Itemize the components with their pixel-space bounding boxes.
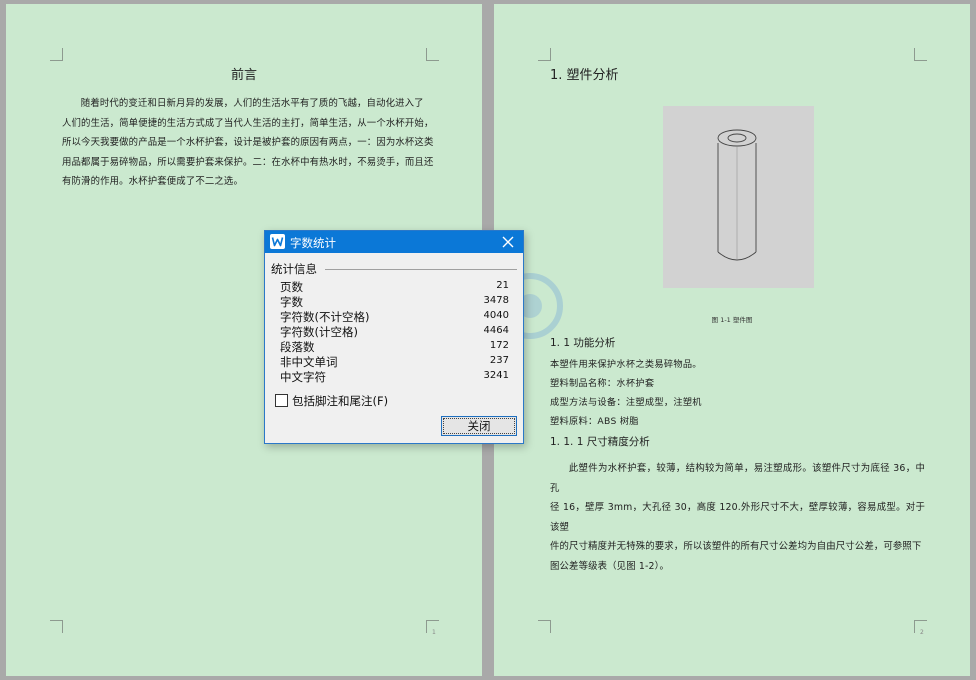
corner-mark [426,48,439,61]
group-divider [325,269,517,270]
wps-writer-icon [270,234,285,249]
dialog-titlebar[interactable]: 字数统计 [265,231,523,253]
stat-label: 字符数(不计空格) [280,310,370,324]
stat-value: 4464 [483,325,509,336]
cylinder-drawing [717,129,757,261]
paragraph-line: 所以今天我要做的产品是一个水杯护套，设计是被护套的原因有两点，一：因为水杯这类 [62,137,434,148]
word-count-dialog: 字数统计 统计信息 页数 21 字数 3478 字符数(不计空格) 4040 字… [264,230,524,444]
part-figure-image [663,106,814,288]
document-page-right: 1. 塑件分析 图 1-1 塑件图 1. 1 功能分析 本塑件用来保护水杯之类易… [494,4,970,676]
include-footnotes-label[interactable]: 包括脚注和尾注(F) [292,393,388,409]
stat-value: 4040 [483,310,509,321]
paragraph-line: 图公差等级表（见图 1-2）。 [550,560,669,572]
corner-mark [50,48,63,61]
paragraph-line: 用品都属于易碎物品，所以需要护套来保护。二：在水杯中有热水时，不易烫手，而且还 [62,156,434,168]
paragraph-line: 此塑件为水杯护套，较薄，结构较为简单，易注塑成形。该塑件尺寸为底径 36，中孔 [550,463,925,494]
text-line: 成型方法与设备：注塑成型，注塑机 [550,397,702,408]
corner-mark [538,48,551,61]
text-line: 本塑件用来保护水杯之类易碎物品。 [550,359,702,370]
paragraph-line: 件的尺寸精度并无特殊的要求，所以该塑件的所有尺寸公差均为自由尺寸公差，可参照下 [550,541,922,552]
include-footnotes-checkbox[interactable] [275,394,288,407]
subsubsection-heading: 1. 1. 1 尺寸精度分析 [550,436,650,448]
dialog-title: 字数统计 [290,236,336,250]
close-button[interactable]: 关闭 [441,416,517,436]
stat-label: 页数 [280,280,303,294]
stat-row-chinese-chars: 中文字符 3241 [280,369,509,384]
stat-value: 3478 [483,295,509,306]
preface-paragraph: 随着时代的变迁和日新月异的发展，人们的生活水平有了质的飞越，自动化进入了 人们的… [62,94,437,192]
stat-value: 237 [489,355,509,366]
page-number: 2 [920,629,924,636]
page-number: 1 [432,629,436,636]
corner-mark [538,620,551,633]
stat-label: 字符数(计空格) [280,325,358,339]
stat-label: 字数 [280,295,303,309]
close-icon[interactable] [501,234,515,248]
stat-row-paragraphs: 段落数 172 [280,339,509,354]
stat-row-non-chinese-words: 非中文单词 237 [280,354,509,369]
stat-value: 21 [496,280,509,291]
corner-mark [50,620,63,633]
paragraph-line: 径 16，壁厚 3mm，大孔径 30，高度 120.外形尺寸不大，壁厚较薄，容易… [550,502,925,533]
paragraph-line: 随着时代的变迁和日新月异的发展，人们的生活水平有了质的飞越，自动化进入了 [80,98,424,109]
stat-label: 中文字符 [280,370,326,384]
stat-label: 非中文单词 [280,355,338,369]
stat-value: 3241 [483,370,509,381]
paragraph-line: 人们的生活，简单便捷的生活方式成了当代人生活的主打，简单生活，从一个水杯开始， [62,117,434,129]
text-line: 塑料制品名称：水杯护套 [550,378,655,389]
paragraph-line: 有防滑的作用。水杯护套便成了不二之选。 [62,176,243,187]
figure-caption: 图 1-1 塑件图 [711,316,753,324]
section-heading: 1. 塑件分析 [550,68,619,83]
stat-row-chars-no-spaces: 字符数(不计空格) 4040 [280,309,509,324]
group-label: 统计信息 [271,261,320,277]
subsection-heading: 1. 1 功能分析 [550,337,616,349]
stat-label: 段落数 [280,340,315,354]
stat-row-words: 字数 3478 [280,294,509,309]
stat-row-pages: 页数 21 [280,279,509,294]
precision-paragraph: 此塑件为水杯护套，较薄，结构较为简单，易注塑成形。该塑件尺寸为底径 36，中孔 … [550,459,925,576]
text-line: 塑料原料：ABS 树脂 [550,416,639,427]
preface-heading: 前言 [230,68,257,83]
corner-mark [914,48,927,61]
stat-row-chars-with-spaces: 字符数(计空格) 4464 [280,324,509,339]
focus-ring [443,418,515,434]
stat-value: 172 [489,340,509,351]
